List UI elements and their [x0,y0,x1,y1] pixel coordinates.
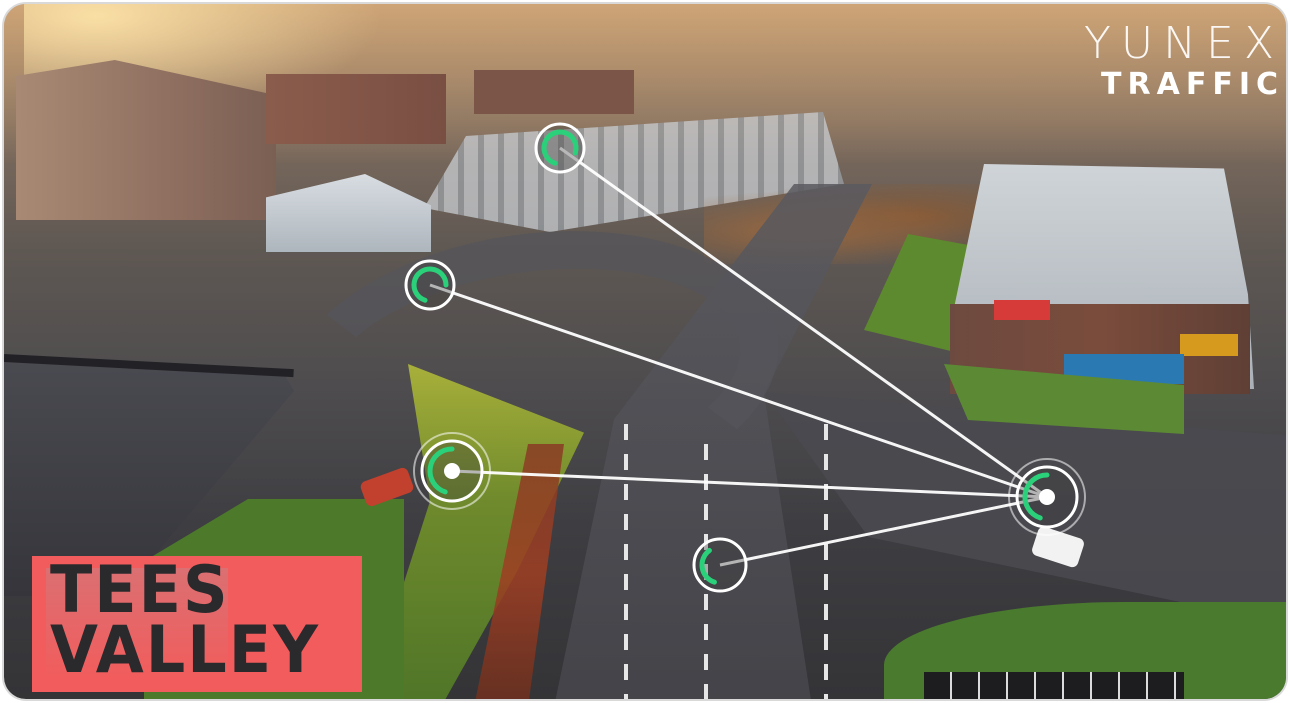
link-line [559,146,1048,499]
brand-line-2: TRAFFIC [1101,67,1284,102]
tees-valley-badge: TEES VALLEY [32,556,362,692]
node-hub [1008,458,1086,536]
node-left [413,432,491,510]
node-upper-left [404,259,456,311]
yunex-traffic-logo: YUNEX TRAFFIC [1084,22,1284,102]
badge-line-2: VALLEY [50,611,321,688]
node-center-dot [444,463,460,479]
node-center-dot [1039,489,1055,505]
link-line [719,495,1048,567]
node-bottom [692,537,748,593]
link-line [429,283,1048,499]
brand-line-1: YUNEX [1084,18,1284,69]
node-top [534,122,586,174]
link-line [451,469,1048,499]
